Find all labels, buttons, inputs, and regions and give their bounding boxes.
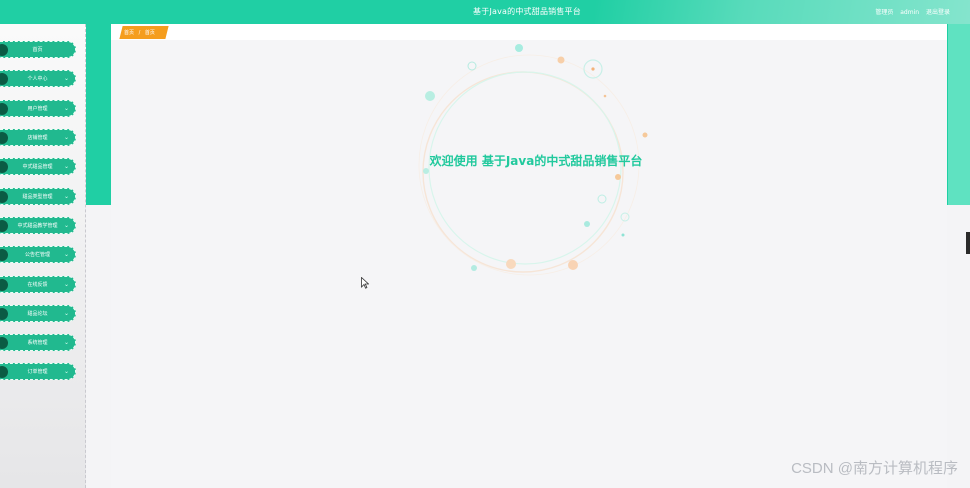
- chevron-down-icon: ⌄: [63, 310, 69, 317]
- sidebar-item-shops[interactable]: 店铺管理 ⌄: [0, 129, 76, 146]
- chevron-down-icon: ⌄: [63, 105, 69, 112]
- sidebar-item-dessert-types[interactable]: 甜品类型管理 ⌄: [0, 188, 76, 205]
- user-name: admin: [900, 9, 920, 16]
- user-role: 管理员: [875, 9, 894, 16]
- chevron-down-icon: ⌄: [63, 75, 69, 82]
- welcome-panel: 欢迎使用 基于Java的中式甜品销售平台: [411, 39, 661, 289]
- nav-dot-icon: [0, 249, 8, 261]
- sidebar-item-label: 首页: [32, 47, 43, 53]
- sidebar-item-label: 甜品论坛: [27, 311, 48, 317]
- scroll-handle[interactable]: [966, 232, 970, 254]
- sidebar-item-dessert-teaching[interactable]: 中式甜品教学管理 ⌄: [0, 217, 76, 234]
- sidebar-item-profile[interactable]: 个人中心 ⌄: [0, 70, 76, 87]
- app-title: 基于Java的中式甜品销售平台: [473, 7, 581, 16]
- watermark: CSDN @南方计算机程序: [791, 460, 958, 477]
- breadcrumb-current: 首页: [144, 30, 155, 36]
- chevron-down-icon: ⌄: [63, 222, 69, 229]
- main-content: 首页 / 首页 欢迎使用 基于Java的中式甜品销售平台: [111, 24, 947, 488]
- chevron-down-icon: ⌄: [63, 368, 69, 375]
- breadcrumb: 首页 / 首页: [124, 29, 158, 36]
- sidebar-item-desserts[interactable]: 中式甜品管理 ⌄: [0, 158, 76, 175]
- nav-dot-icon: [0, 220, 8, 232]
- nav-dot-icon: [0, 103, 8, 115]
- breadcrumb-separator: /: [138, 30, 141, 36]
- sidebar-item-orders[interactable]: 订单管理 ⌄: [0, 363, 76, 380]
- sidebar-item-home[interactable]: 首页: [0, 41, 76, 58]
- nav-dot-icon: [0, 161, 8, 173]
- nav-dot-icon: [0, 73, 8, 85]
- chevron-down-icon: ⌄: [63, 281, 69, 288]
- sidebar-item-users[interactable]: 用户管理 ⌄: [0, 100, 76, 117]
- sidebar-item-label: 甜品类型管理: [22, 194, 53, 200]
- sidebar-item-forum[interactable]: 甜品论坛 ⌄: [0, 305, 76, 322]
- sidebar-item-label: 在线反馈: [27, 282, 48, 288]
- welcome-message: 欢迎使用 基于Java的中式甜品销售平台: [429, 154, 643, 168]
- sidebar-item-label: 店铺管理: [27, 135, 48, 141]
- nav-dot-icon: [0, 279, 8, 291]
- sidebar-item-label: 中式甜品管理: [22, 164, 53, 170]
- mouse-pointer-icon: [361, 277, 369, 289]
- chevron-down-icon: ⌄: [63, 134, 69, 141]
- sidebar-item-label: 公告栏管理: [24, 252, 50, 258]
- chevron-down-icon: ⌄: [63, 193, 69, 200]
- nav-dot-icon: [0, 191, 8, 203]
- band-right-decoration: [948, 24, 970, 205]
- user-area: 管理员 admin 退出登录: [870, 7, 950, 16]
- sidebar-item-label: 用户管理: [27, 106, 48, 112]
- nav-dot-icon: [0, 44, 8, 56]
- sidebar-item-label: 订单管理: [27, 369, 48, 375]
- nav-dot-icon: [0, 132, 8, 144]
- sidebar-item-feedback[interactable]: 在线反馈 ⌄: [0, 276, 76, 293]
- logout-link[interactable]: 退出登录: [926, 9, 950, 16]
- nav-dot-icon: [0, 337, 8, 349]
- sidebar-item-label: 系统管理: [27, 340, 48, 346]
- sidebar-item-label: 中式甜品教学管理: [17, 223, 58, 229]
- chevron-down-icon: ⌄: [63, 163, 69, 170]
- nav-dot-icon: [0, 366, 8, 378]
- chevron-down-icon: ⌄: [63, 339, 69, 346]
- sidebar-item-announcements[interactable]: 公告栏管理 ⌄: [0, 246, 76, 263]
- breadcrumb-home[interactable]: 首页: [124, 30, 134, 36]
- sidebar-item-label: 个人中心: [27, 76, 48, 82]
- sidebar-item-system[interactable]: 系统管理 ⌄: [0, 334, 76, 351]
- breadcrumb-bar: 首页 / 首页: [111, 24, 947, 40]
- chevron-down-icon: ⌄: [63, 251, 69, 258]
- top-header: 基于Java的中式甜品销售平台 管理员 admin 退出登录: [0, 0, 970, 24]
- nav-dot-icon: [0, 308, 8, 320]
- sidebar: 首页 个人中心 ⌄ 用户管理 ⌄ 店铺管理 ⌄ 中式甜品管理 ⌄ 甜品类型管理 …: [0, 24, 86, 488]
